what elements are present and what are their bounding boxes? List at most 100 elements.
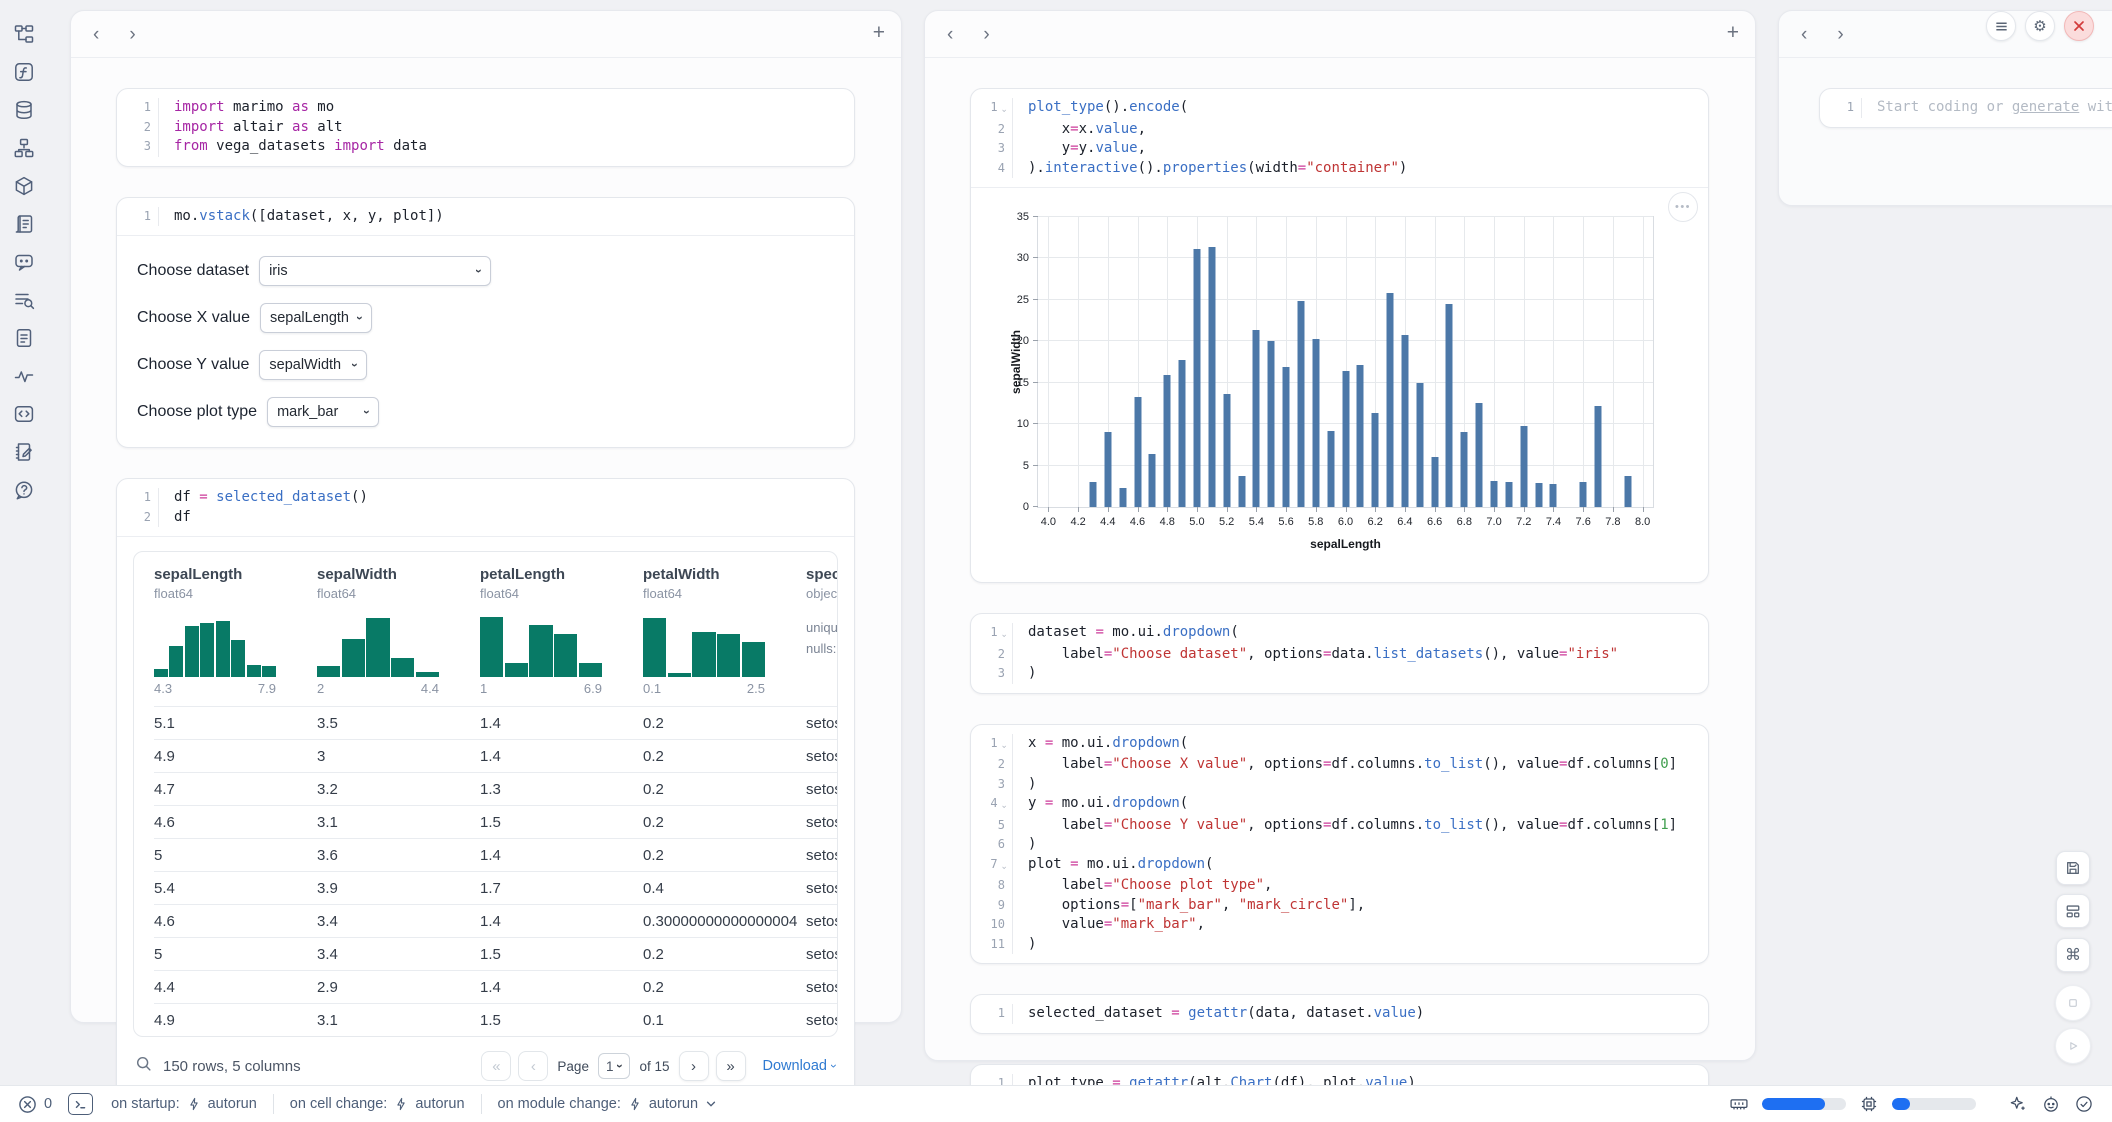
package-icon [13, 175, 35, 197]
table-cell: 3.1 [317, 1012, 480, 1029]
settings-button[interactable]: ⚙ [2025, 11, 2055, 41]
chart-area[interactable]: 4.04.24.44.64.85.05.25.45.65.86.06.26.46… [979, 200, 1700, 572]
fold-chevron-icon[interactable]: › [993, 804, 1013, 809]
terminal-button[interactable] [68, 1093, 93, 1115]
next-page-button[interactable]: › [679, 1051, 709, 1081]
table-column-header[interactable]: speciesobjectunique:nulls: [806, 566, 838, 706]
table-column-header[interactable]: sepalWidthfloat6424.4 [317, 566, 480, 706]
download-button[interactable]: Download› [763, 1058, 837, 1074]
notebook-menu-button[interactable] [1986, 11, 2016, 41]
code-editor[interactable]: 1selected_dataset = getattr(data, datase… [971, 995, 1708, 1033]
column-focus-left-icon[interactable]: ‹ [945, 25, 955, 44]
column-focus-right-icon[interactable]: › [1835, 25, 1845, 44]
connection-status-icon[interactable] [2074, 1094, 2094, 1114]
histogram-max: 7.9 [258, 681, 276, 696]
dependency-graph-icon [13, 137, 35, 159]
y-tick-label: 0 [1023, 501, 1029, 513]
x-tick-label: 4.6 [1130, 516, 1145, 528]
table-cell: 4.9 [154, 748, 317, 765]
sidebar-item-activity[interactable] [12, 364, 36, 388]
column-focus-left-icon[interactable]: ‹ [1799, 25, 1809, 44]
chart-actions-button[interactable]: ••• [1668, 192, 1698, 222]
keyboard-shortcuts-button[interactable]: ⌘ [2056, 938, 2090, 972]
sidebar-item-function[interactable] [12, 60, 36, 84]
column-focus-right-icon[interactable]: › [127, 25, 137, 44]
dropdown-select-y-value[interactable]: sepalWidth› [259, 350, 367, 380]
table-column-header[interactable]: sepalLengthfloat644.37.9 [154, 566, 317, 706]
table-column-header[interactable]: petalLengthfloat6416.9 [480, 566, 643, 706]
fold-chevron-icon[interactable]: › [993, 108, 1013, 113]
dropdown-select-plot-type[interactable]: mark_bar› [267, 397, 379, 427]
on-startup-setting[interactable]: on startup: autorun [111, 1096, 257, 1112]
code-editor[interactable]: 1›dataset = mo.ui.dropdown(2 label="Choo… [971, 614, 1708, 693]
sidebar-item-logs[interactable] [12, 212, 36, 236]
x-tick [1494, 507, 1495, 512]
on-module-change-setting[interactable]: on module change: autorun [498, 1096, 718, 1112]
histogram-max: 6.9 [584, 681, 602, 696]
shutdown-button[interactable] [2064, 11, 2094, 41]
gridline [1613, 217, 1614, 507]
sidebar-item-document[interactable] [12, 326, 36, 350]
code-editor[interactable]: 1›x = mo.ui.dropdown(2 label="Choose X v… [971, 725, 1708, 964]
dropdown-select-dataset[interactable]: iris› [259, 256, 491, 286]
sidebar-item-code-snippet[interactable] [12, 402, 36, 426]
code-editor[interactable]: 1import marimo as mo2import altair as al… [117, 89, 854, 166]
column-focus-left-icon[interactable]: ‹ [91, 25, 101, 44]
previous-page-button[interactable]: ‹ [518, 1051, 548, 1081]
fold-chevron-icon[interactable]: › [993, 744, 1013, 749]
sidebar-item-dependency-graph[interactable] [12, 136, 36, 160]
column-dtype: float64 [643, 586, 806, 601]
search-icon[interactable] [135, 1055, 153, 1077]
sidebar-item-chat-bot[interactable] [12, 250, 36, 274]
chevron-down-icon: › [353, 316, 367, 320]
sidebar-item-help[interactable] [12, 478, 36, 502]
table-column-header[interactable]: petalWidthfloat640.12.5 [643, 566, 806, 706]
stop-kernel-button[interactable] [2055, 985, 2091, 1021]
layout-toggle-button[interactable] [2056, 894, 2090, 928]
sidebar-item-search-list[interactable] [12, 288, 36, 312]
sidebar-item-package[interactable] [12, 174, 36, 198]
sidebar-item-database[interactable] [12, 98, 36, 122]
save-button[interactable] [2056, 851, 2090, 885]
generate-with-ai-link[interactable]: generate [2012, 99, 2079, 115]
table-cell: 4.7 [154, 781, 317, 798]
dropdown-select-x-value[interactable]: sepalLength› [260, 303, 372, 333]
run-all-button[interactable] [2055, 1028, 2091, 1064]
assistant-robot-icon[interactable] [2041, 1094, 2061, 1114]
table-cell: setosa [806, 781, 838, 798]
code-line: 5 label="Choose Y value", options=df.col… [971, 816, 1708, 836]
column-focus-right-icon[interactable]: › [981, 25, 991, 44]
fold-chevron-icon[interactable]: › [993, 865, 1013, 870]
x-tick [1405, 507, 1406, 512]
code-editor[interactable]: 1df = selected_dataset()2df [117, 479, 854, 536]
on-cell-change-setting[interactable]: on cell change: autorun [290, 1096, 465, 1112]
error-count-badge[interactable]: 0 [18, 1095, 52, 1114]
histogram-bar [169, 646, 183, 677]
line-number: 2 [971, 120, 1013, 140]
cell-vstack: 1mo.vstack([dataset, x, y, plot])Choose … [116, 197, 855, 449]
first-page-button[interactable]: « [481, 1051, 511, 1081]
code-editor[interactable]: 1mo.vstack([dataset, x, y, plot]) [117, 198, 854, 236]
histogram-max: 2.5 [747, 681, 765, 696]
table-cell: 1.4 [480, 715, 643, 732]
code-editor[interactable]: 1›plot_type().encode(2 x=x.value,3 y=y.v… [971, 89, 1708, 187]
code-editor-placeholder[interactable]: Start coding or generate with AI [1862, 98, 2112, 118]
table-cell: setosa [806, 847, 838, 864]
chart-bar [1342, 371, 1349, 507]
chart-bar [1253, 330, 1260, 507]
sidebar-item-scratchpad[interactable] [12, 440, 36, 464]
table-cell: 0.4 [643, 880, 806, 897]
last-page-button[interactable]: » [716, 1051, 746, 1081]
fold-chevron-icon[interactable]: › [993, 633, 1013, 638]
x-axis-title: sepalLength [1310, 537, 1381, 551]
add-cell-icon[interactable]: + [873, 21, 885, 45]
chart-bar [1491, 481, 1498, 508]
page-number-select[interactable]: 1› [598, 1053, 631, 1079]
column-2-header: ‹ › + [925, 11, 1755, 58]
ai-sparkles-icon[interactable] [2008, 1094, 2028, 1114]
chart-bar [1208, 247, 1215, 507]
code-text: ) [1013, 935, 1036, 955]
cpu-usage-meter [1892, 1098, 1976, 1110]
add-cell-icon[interactable]: + [1727, 21, 1739, 45]
sidebar-item-file-tree[interactable] [12, 22, 36, 46]
